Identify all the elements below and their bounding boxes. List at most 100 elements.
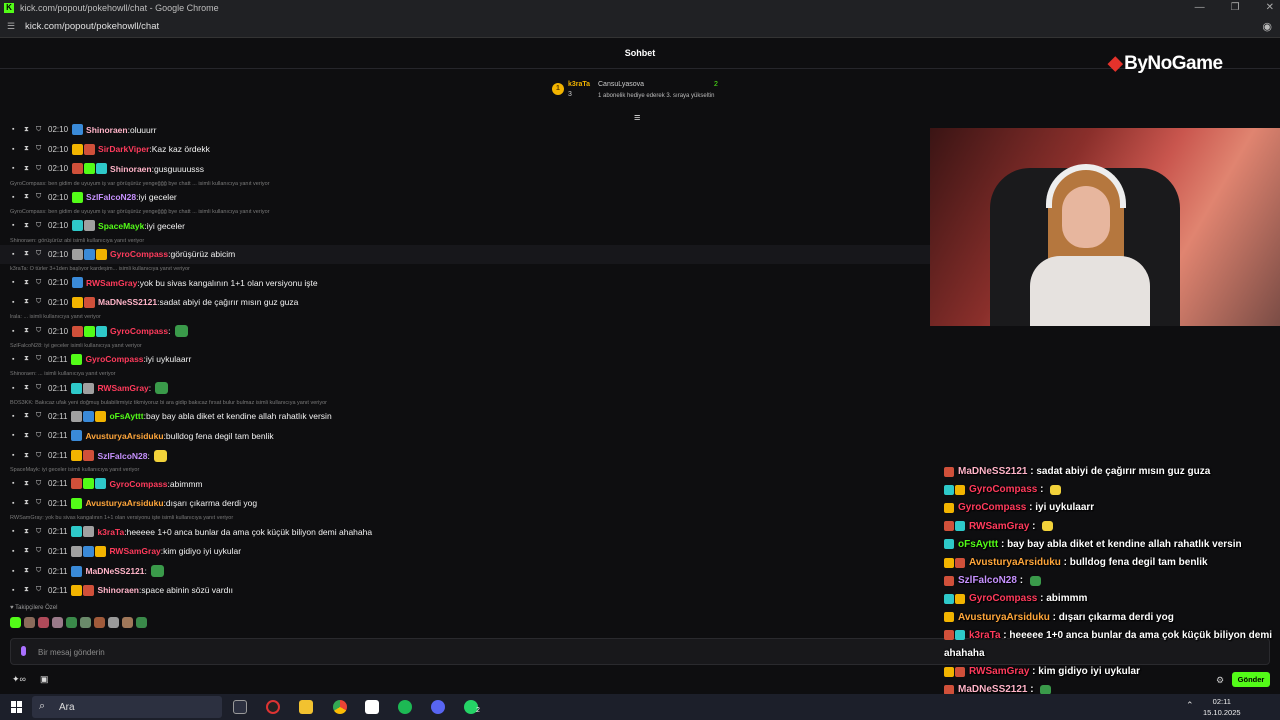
- emote-icon[interactable]: [66, 617, 77, 628]
- ban-icon[interactable]: ⛉: [36, 432, 48, 440]
- ban-icon[interactable]: ⛉: [36, 586, 48, 594]
- emote-icon[interactable]: [108, 617, 119, 628]
- pin-icon[interactable]: ▪: [12, 194, 24, 201]
- pin-icon[interactable]: ▪: [12, 413, 24, 420]
- chat-message-row[interactable]: ▪ ⧗ ⛉ 02:11 AvusturyaArsiduku: dışarı çıkarm…: [0, 494, 930, 513]
- timeout-icon[interactable]: ⧗: [24, 499, 36, 507]
- ban-icon[interactable]: ⛉: [36, 412, 48, 420]
- chat-message-row[interactable]: ▪ ⧗ ⛉ 02:10 SirDarkViper: Kaz kaz ördekk: [0, 140, 930, 159]
- spotify-icon[interactable]: [398, 700, 412, 714]
- pin-icon[interactable]: ▪: [12, 251, 24, 258]
- chat-message-row[interactable]: ▪ ⧗ ⛉ 02:11 GyroCompass: abimmm: [0, 474, 930, 493]
- username[interactable]: Shinoraen: [110, 164, 152, 174]
- chat-message-row[interactable]: ▪ ⧗ ⛉ 02:10 RWSamGray: yok bu sivas kangalın…: [0, 273, 930, 292]
- ban-icon[interactable]: ⛉: [36, 480, 48, 488]
- ban-icon[interactable]: ⛉: [36, 567, 48, 575]
- url-text[interactable]: kick.com/popout/pokehowll/chat: [25, 21, 159, 32]
- timeout-icon[interactable]: ⧗: [24, 586, 36, 594]
- username[interactable]: MaDNeSS2121: [98, 297, 157, 307]
- message-input[interactable]: Bir mesaj gönderin: [10, 638, 1270, 665]
- username[interactable]: GyroCompass: [85, 354, 143, 364]
- chat-message-row[interactable]: ▪ ⧗ ⛉ 02:10 GyroCompass:: [0, 321, 930, 340]
- restore-button[interactable]: ❐: [1231, 0, 1240, 16]
- tray-chevron-icon[interactable]: ⌃: [1186, 700, 1194, 711]
- username[interactable]: Shinoraen: [97, 585, 139, 595]
- timeout-icon[interactable]: ⧗: [24, 193, 36, 201]
- timeout-icon[interactable]: ⧗: [24, 298, 36, 306]
- ban-icon[interactable]: ⛉: [36, 499, 48, 507]
- username[interactable]: AvusturyaArsiduku: [85, 498, 163, 508]
- eye-icon[interactable]: ◉: [1262, 20, 1272, 33]
- capcut-icon[interactable]: [365, 700, 379, 714]
- chat-message-row[interactable]: ▪ ⧗ ⛉ 02:10 SzlFalcoN28: iyi geceler: [0, 188, 930, 207]
- pin-icon[interactable]: ▪: [12, 146, 24, 153]
- chat-message-row[interactable]: ▪ ⧗ ⛉ 02:11 RWSamGray: kim gidiyo iyi uykula…: [0, 542, 930, 561]
- timeout-icon[interactable]: ⧗: [24, 528, 36, 536]
- timeout-icon[interactable]: ⧗: [24, 412, 36, 420]
- ban-icon[interactable]: ⛉: [36, 222, 48, 230]
- clock[interactable]: 02:11 15.10.2025: [1203, 696, 1241, 718]
- timeout-icon[interactable]: ⧗: [24, 355, 36, 363]
- close-button[interactable]: ✕: [1266, 0, 1274, 16]
- pin-icon[interactable]: ▪: [12, 356, 24, 363]
- timeout-icon[interactable]: ⧗: [24, 452, 36, 460]
- username[interactable]: k3raTa: [97, 527, 124, 537]
- chat-message-row[interactable]: ▪ ⧗ ⛉ 02:11 GyroCompass: iyi uykulaarr: [0, 350, 930, 369]
- ban-icon[interactable]: ⛉: [36, 193, 48, 201]
- chat-message-row[interactable]: ▪ ⧗ ⛉ 02:10 MaDNeSS2121: sadat abiyi de çağı…: [0, 293, 930, 312]
- username[interactable]: SzlFalcoN28: [97, 451, 147, 461]
- username[interactable]: RWSamGray: [86, 278, 137, 288]
- username[interactable]: RWSamGray: [109, 546, 160, 556]
- ban-icon[interactable]: ⛉: [36, 327, 48, 335]
- chat-message-row[interactable]: ▪ ⧗ ⛉ 02:10 GyroCompass: görüşürüz abicim: [0, 244, 930, 264]
- chat-message-row[interactable]: ▪ ⧗ ⛉ 02:10 Shinoraen: oluuurr: [0, 120, 930, 139]
- emote-icon[interactable]: [10, 617, 21, 628]
- chat-message-row[interactable]: ▪ ⧗ ⛉ 02:11 k3raTa: heeeee 1+0 anca bunlar d…: [0, 522, 930, 541]
- timeout-icon[interactable]: ⧗: [24, 432, 36, 440]
- timeout-icon[interactable]: ⧗: [24, 567, 36, 575]
- username[interactable]: GyroCompass: [110, 326, 168, 336]
- ban-icon[interactable]: ⛉: [36, 384, 48, 392]
- gift-leaderboard[interactable]: 1 k3raTa 3 CansuLyasova 2 1 abonelik hed…: [552, 80, 732, 104]
- username[interactable]: GyroCompass: [110, 249, 168, 259]
- username[interactable]: SpaceMayk: [98, 221, 144, 231]
- pin-icon[interactable]: ▪: [12, 328, 24, 335]
- username[interactable]: MaDNeSS2121: [85, 566, 144, 576]
- ban-icon[interactable]: ⛉: [36, 528, 48, 536]
- app-icon[interactable]: [266, 700, 280, 714]
- username[interactable]: Shinoraen: [86, 125, 128, 135]
- pin-icon[interactable]: ▪: [12, 165, 24, 172]
- username[interactable]: RWSamGray: [97, 383, 148, 393]
- chat-message-row[interactable]: ▪ ⧗ ⛉ 02:11 MaDNeSS2121:: [0, 561, 930, 580]
- pin-icon[interactable]: ▪: [12, 279, 24, 286]
- minimize-button[interactable]: —: [1195, 0, 1205, 16]
- microphone-icon[interactable]: [21, 646, 26, 656]
- emote-icon[interactable]: [52, 617, 63, 628]
- timeout-icon[interactable]: ⧗: [24, 279, 36, 287]
- username[interactable]: GyroCompass: [109, 479, 167, 489]
- emote-icon[interactable]: [38, 617, 49, 628]
- ban-icon[interactable]: ⛉: [36, 355, 48, 363]
- timeout-icon[interactable]: ⧗: [24, 547, 36, 555]
- ban-icon[interactable]: ⛉: [36, 547, 48, 555]
- task-view-icon[interactable]: [233, 700, 247, 714]
- pin-icon[interactable]: ▪: [12, 222, 24, 229]
- emote-icon[interactable]: [24, 617, 35, 628]
- chat-message-row[interactable]: ▪ ⧗ ⛉ 02:11 SzlFalcoN28:: [0, 446, 930, 465]
- windows-start-icon[interactable]: [11, 701, 23, 713]
- pin-icon[interactable]: ▪: [12, 432, 24, 439]
- pin-icon[interactable]: ▪: [12, 548, 24, 555]
- emote-icon[interactable]: [80, 617, 91, 628]
- gear-icon[interactable]: ⚙: [1216, 675, 1224, 686]
- ban-icon[interactable]: ⛉: [36, 126, 48, 134]
- gift-icon[interactable]: ▣: [40, 674, 49, 685]
- emote-picker-icon[interactable]: ✦∞: [12, 674, 26, 685]
- pin-icon[interactable]: ▪: [12, 452, 24, 459]
- pin-icon[interactable]: ▪: [12, 500, 24, 507]
- ban-icon[interactable]: ⛉: [36, 250, 48, 258]
- timeout-icon[interactable]: ⧗: [24, 250, 36, 258]
- timeout-icon[interactable]: ⧗: [24, 145, 36, 153]
- timeout-icon[interactable]: ⧗: [24, 126, 36, 134]
- emote-bar[interactable]: [10, 617, 147, 628]
- ban-icon[interactable]: ⛉: [36, 298, 48, 306]
